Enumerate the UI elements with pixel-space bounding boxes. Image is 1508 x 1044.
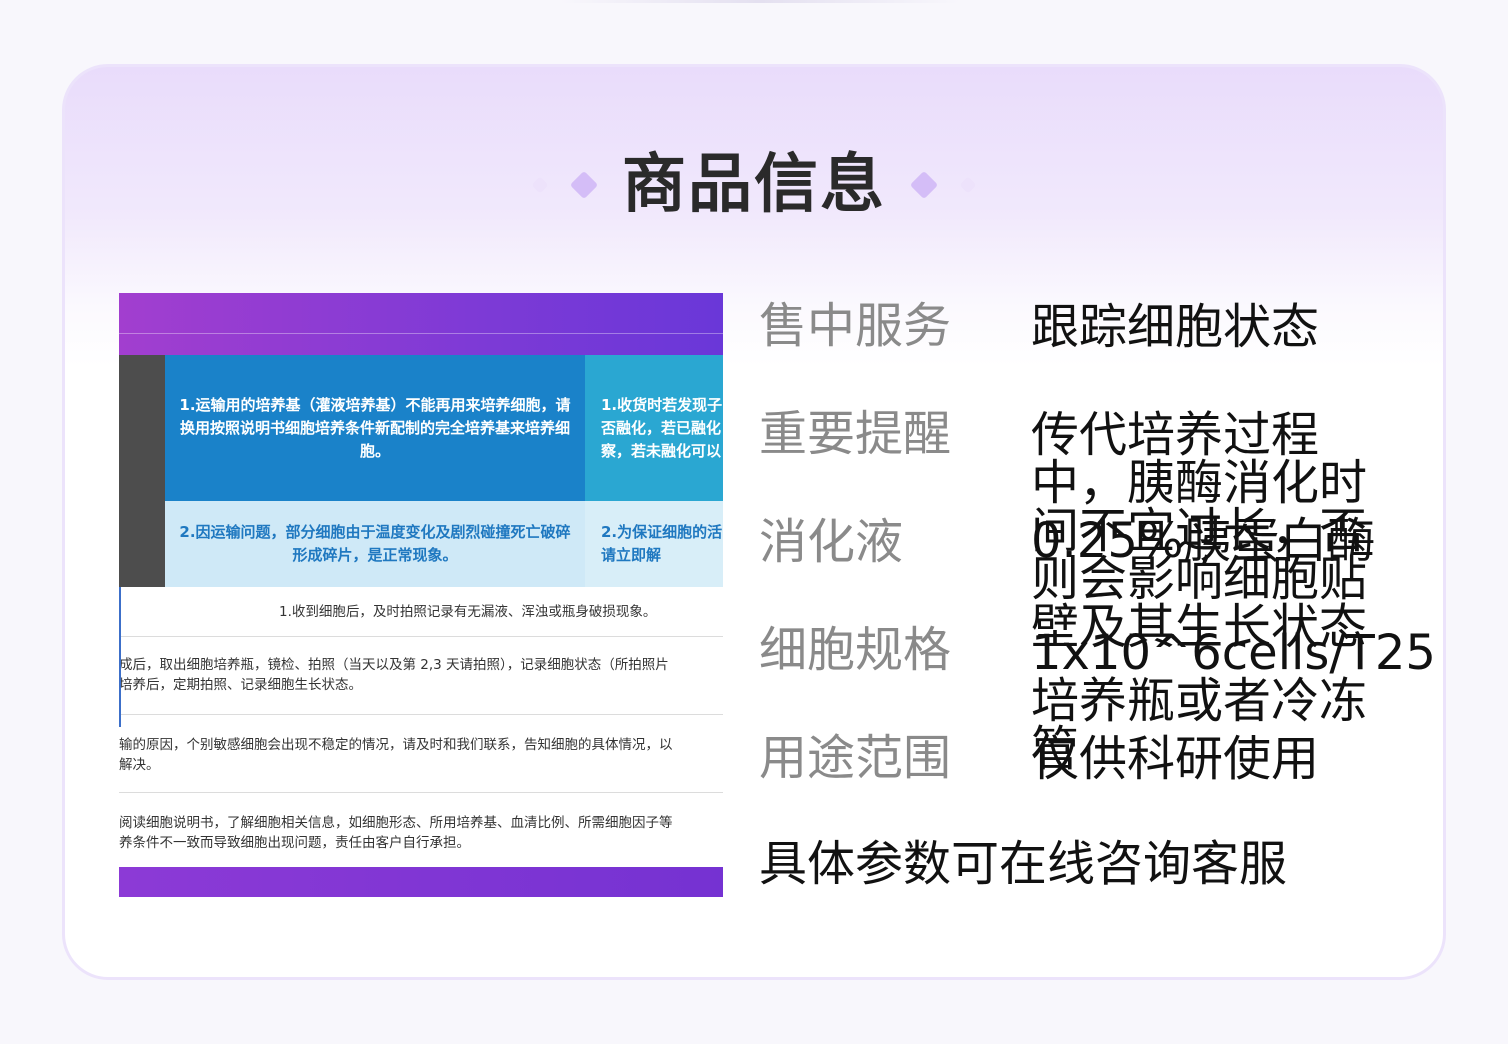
info-label-spec: 细胞规格 bbox=[759, 622, 952, 678]
notice-cell: 1.运输用的培养基（灌液培养基）不能再用来培养细胞，请换用按照说明书细胞培养条件… bbox=[165, 355, 585, 501]
info-value-service: 跟踪细胞状态 bbox=[1031, 299, 1320, 355]
diamond-icon bbox=[959, 176, 977, 194]
notice-row-text: 成后，取出细胞培养瓶，镜检、拍照（当天以及第 2,3 天请拍照），记录细胞状态（… bbox=[119, 657, 669, 673]
notice-row-text: 1.收到细胞后，及时拍照记录有无漏液、浑浊或瓶身破损现象。 bbox=[279, 604, 657, 620]
notice-row-text: 阅读细胞说明书，了解细胞相关信息，如细胞形态、所用培养基、血清比例、所需细胞因子… bbox=[119, 815, 673, 831]
top-divider bbox=[560, 0, 960, 3]
diamond-icon bbox=[569, 170, 599, 200]
notice-row: 1.收到细胞后，及时拍照记录有无漏液、浑浊或瓶身破损现象。 bbox=[119, 587, 723, 637]
info-label-digestion: 消化液 bbox=[759, 514, 904, 570]
notice-row: 成后，取出细胞培养瓶，镜检、拍照（当天以及第 2,3 天请拍照），记录细胞状态（… bbox=[119, 637, 723, 715]
notice-bottom-banner bbox=[119, 867, 723, 897]
notice-row-text: 养条件不一致而导致细胞出现问题，责任由客户自行承担。 bbox=[119, 835, 470, 851]
info-label-usage: 用途范围 bbox=[759, 730, 952, 786]
page-title: 商品信息 bbox=[622, 148, 886, 222]
notice-top-banner bbox=[119, 293, 723, 355]
notice-cell: 2.为保证细胞的活请立即解 bbox=[585, 501, 723, 587]
notice-row-text: 解决。 bbox=[119, 757, 160, 773]
notice-cell: 1.收货时若发现子否融化，若已融化察，若未融化可以 bbox=[585, 355, 723, 501]
notice-row-text: 输的原因，个别敏感细胞会出现不稳定的情况，请及时和我们联系，告知细胞的具体情况，… bbox=[119, 737, 673, 753]
diamond-icon bbox=[909, 170, 939, 200]
notice-row: 输的原因，个别敏感细胞会出现不稳定的情况，请及时和我们联系，告知细胞的具体情况，… bbox=[119, 715, 723, 793]
section-header: 商品信息 bbox=[65, 147, 1443, 223]
notice-cell: 2.因运输问题，部分细胞由于温度变化及剧烈碰撞死亡破碎形成碎片，是正常现象。 bbox=[165, 501, 585, 587]
info-label-reminder: 重要提醒 bbox=[759, 406, 952, 462]
info-value-usage: 仅供科研使用 bbox=[1031, 731, 1320, 787]
product-info-card: 商品信息 1.运输用的培养基（灌液培养基）不能再用来培养细胞，请换用按照说明书细… bbox=[62, 64, 1446, 980]
info-value-digestion: 0.25%胰蛋白酶 bbox=[1031, 513, 1376, 569]
notice-side-bar bbox=[119, 355, 165, 587]
notice-edge-line bbox=[119, 587, 121, 727]
notice-row: 阅读细胞说明书，了解细胞相关信息，如细胞形态、所用培养基、血清比例、所需细胞因子… bbox=[119, 793, 723, 867]
consult-note: 具体参数可在线咨询客服 bbox=[759, 836, 1288, 892]
notice-row-text: 培养后，定期拍照、记录细胞生长状态。 bbox=[119, 677, 362, 693]
diamond-icon bbox=[531, 176, 549, 194]
info-label-service: 售中服务 bbox=[759, 298, 952, 354]
notice-image: 1.运输用的培养基（灌液培养基）不能再用来培养细胞，请换用按照说明书细胞培养条件… bbox=[119, 293, 723, 897]
